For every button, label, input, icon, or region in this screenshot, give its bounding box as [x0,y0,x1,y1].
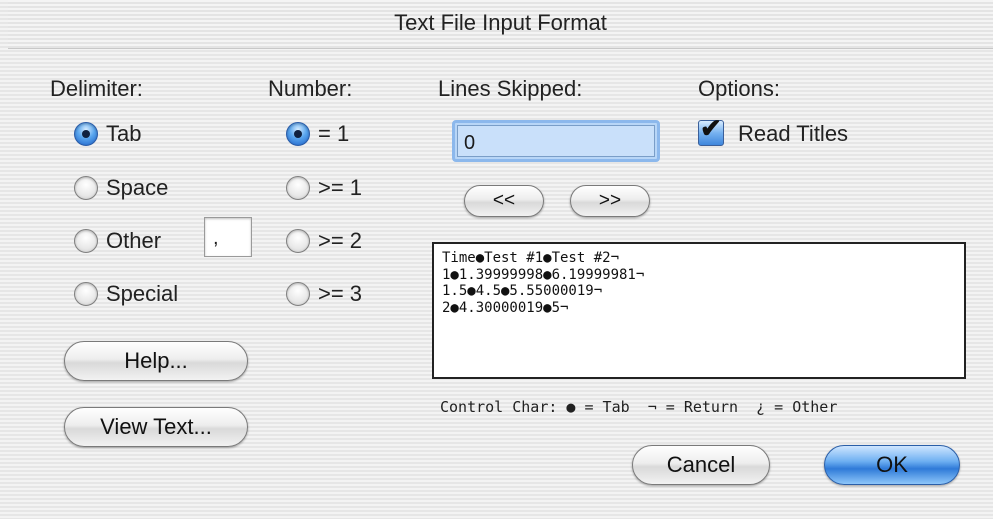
radio-button-selected[interactable] [74,122,98,146]
number-option-eq1[interactable]: = 1 [286,121,349,147]
dialog-window: Text File Input Format Delimiter: Tab Sp… [0,0,993,519]
delimiter-option-label: Tab [106,121,142,146]
delimiter-option-special[interactable]: Special [74,281,178,307]
dialog-title: Text File Input Format [394,10,607,35]
preview-line: 1.5●4.5●5.55000019¬ [442,283,603,299]
read-titles-label: Read Titles [738,121,849,146]
number-option-ge3[interactable]: >= 3 [286,281,362,307]
cancel-button[interactable]: Cancel [632,445,770,485]
other-delimiter-input[interactable]: , [204,217,252,257]
control-char-legend: Control Char: ● = Tab ¬ = Return ¿ = Oth… [440,398,838,416]
radio-button[interactable] [286,229,310,253]
radio-button[interactable] [74,282,98,306]
radio-button[interactable] [74,176,98,200]
delimiter-option-label: Other [106,228,162,253]
delimiter-option-label: Space [106,175,169,200]
preview-line: 2●4.30000019●5¬ [442,299,569,316]
checkmark-icon: ✔ [700,113,722,143]
number-heading: Number: [268,76,353,101]
help-button[interactable]: Help... [64,341,248,381]
delimiter-heading: Delimiter: [50,76,143,101]
delimiter-option-space[interactable]: Space [74,175,168,201]
number-option-label: >= 1 [318,175,363,200]
lines-skipped-value[interactable]: 0 [457,125,655,157]
radio-button[interactable] [286,176,310,200]
number-option-ge1[interactable]: >= 1 [286,175,362,201]
preview-line: Time●Test #1●Test #2¬ [442,250,620,266]
preview-line: 1●1.39999998●6.19999981¬ [442,266,645,283]
ok-button[interactable]: OK [824,445,960,485]
delimiter-option-other[interactable]: Other [74,228,161,254]
number-option-label: >= 2 [318,228,363,253]
read-titles-checkbox[interactable]: ✔ [698,113,724,146]
text-preview-box[interactable]: Time●Test #1●Test #2¬ 1●1.39999998●6.199… [432,242,966,379]
lines-skipped-heading: Lines Skipped: [438,76,583,101]
number-option-label: = 1 [318,121,350,146]
lines-skipped-input[interactable]: 0 [452,120,660,162]
title-bar[interactable]: Text File Input Format [8,0,993,49]
delimiter-option-label: Special [106,281,179,306]
delimiter-option-tab[interactable]: Tab [74,121,141,147]
view-text-button[interactable]: View Text... [64,407,248,447]
radio-button[interactable] [74,229,98,253]
number-option-label: >= 3 [318,281,363,306]
radio-button[interactable] [286,282,310,306]
number-option-ge2[interactable]: >= 2 [286,228,362,254]
previous-line-button[interactable]: << [464,185,544,217]
next-line-button[interactable]: >> [570,185,650,217]
radio-button-selected[interactable] [286,122,310,146]
options-heading: Options: [698,76,780,101]
